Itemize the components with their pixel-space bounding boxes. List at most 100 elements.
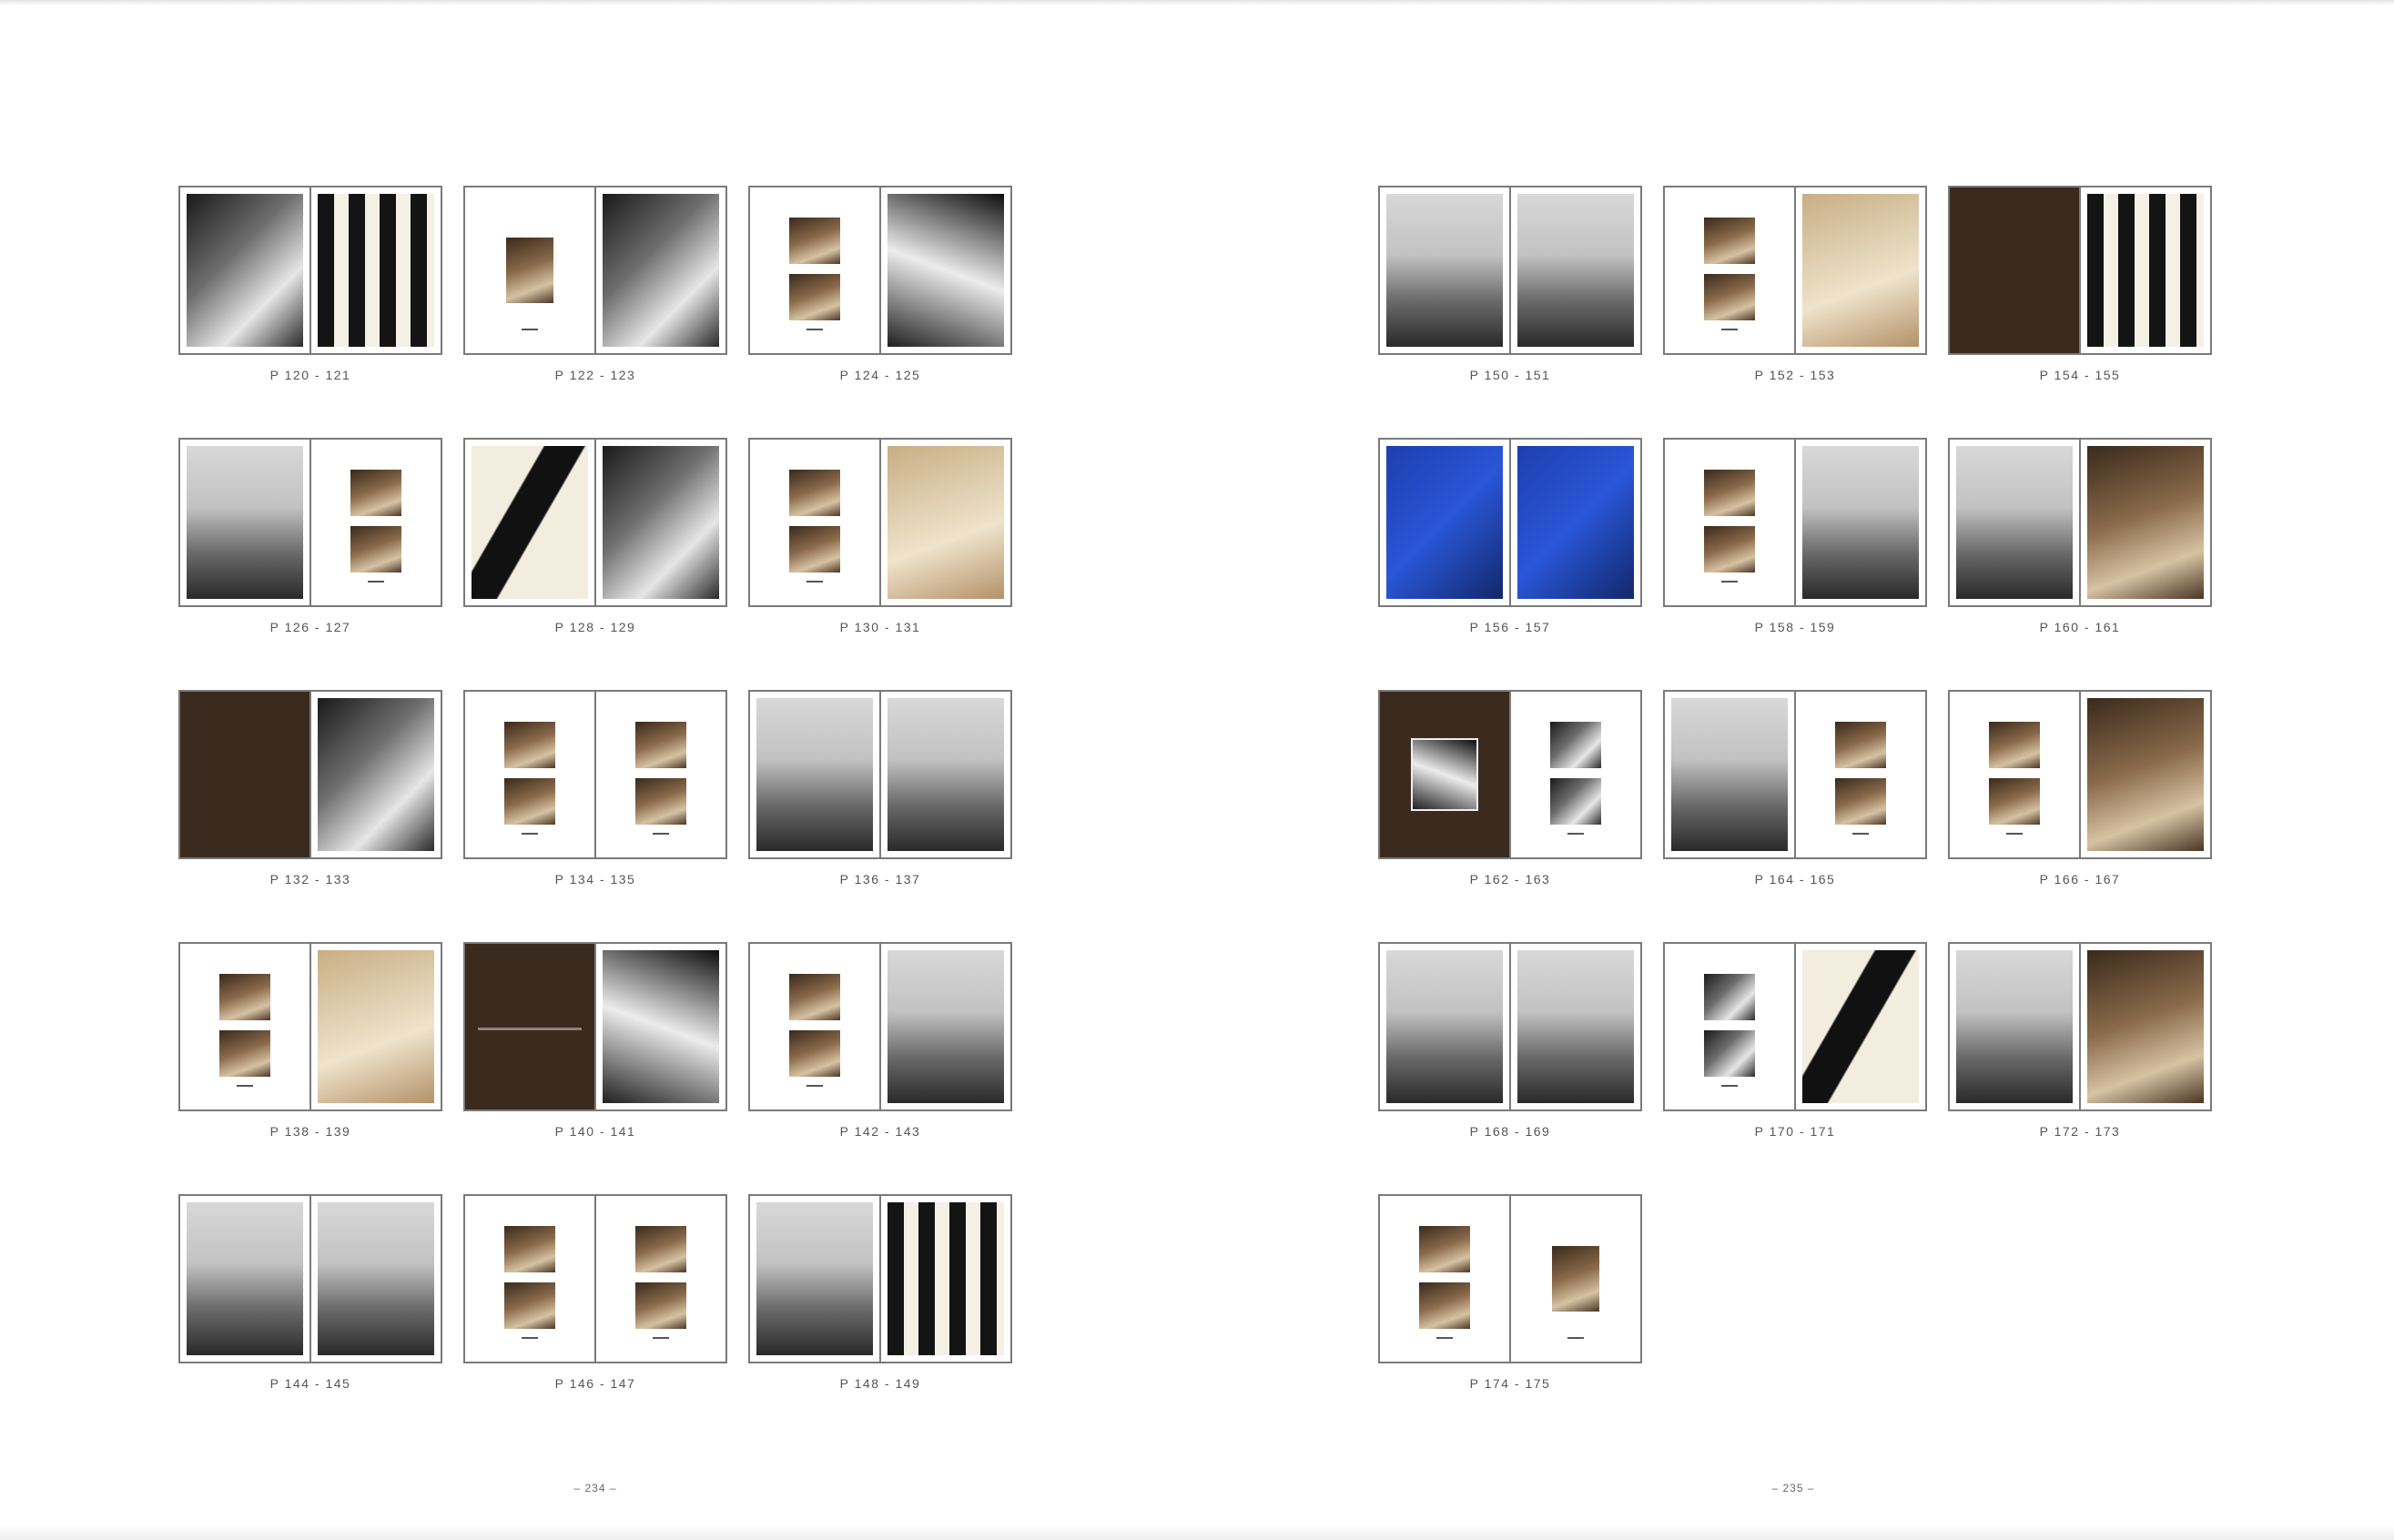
full-bleed-photo: [603, 194, 719, 347]
stacked-photo: [1703, 973, 1756, 1020]
spread-thumbnail[interactable]: P 126 - 127: [178, 438, 442, 690]
spread-page-label: P 142 - 143: [839, 1124, 921, 1139]
spread-thumbnail[interactable]: P 168 - 169: [1378, 942, 1642, 1194]
left-page-spread-grid: P 120 - 121 P 122 - 123 P 124 - 125 P 126 -…: [178, 186, 1012, 1446]
spread-thumbnail[interactable]: P 154 - 155: [1948, 186, 2212, 438]
spread-page-label: P 140 - 141: [554, 1124, 636, 1139]
spread-preview: [178, 942, 442, 1111]
page-number-left: – 234 –: [573, 1482, 617, 1494]
stacked-photo: [1988, 777, 2041, 825]
spread-thumbnail[interactable]: P 160 - 161: [1948, 438, 2212, 690]
spread-thumbnail[interactable]: P 140 - 141: [463, 942, 727, 1194]
spread-thumbnail[interactable]: P 144 - 145: [178, 1194, 442, 1446]
spread-thumbnail[interactable]: P 136 - 137: [748, 690, 1012, 942]
spread-page-label: P 164 - 165: [1754, 872, 1836, 887]
stacked-photo: [218, 1029, 271, 1077]
full-bleed-photo: [888, 1202, 1004, 1355]
spread-thumbnail[interactable]: P 174 - 175: [1378, 1194, 1642, 1446]
spread-thumbnail[interactable]: P 148 - 149: [748, 1194, 1012, 1446]
stacked-photo: [788, 525, 841, 572]
full-bleed-photo: [1956, 950, 2073, 1103]
spread-thumbnail[interactable]: P 150 - 151: [1378, 186, 1642, 438]
full-bleed-photo: [1956, 446, 2073, 599]
stacked-photo: [350, 469, 402, 516]
spread-thumbnail[interactable]: P 120 - 121: [178, 186, 442, 438]
spread-thumbnail[interactable]: P 162 - 163: [1378, 690, 1642, 942]
spread-thumbnail[interactable]: P 138 - 139: [178, 942, 442, 1194]
spread-preview: [1948, 690, 2212, 859]
stacked-photo: [634, 1225, 687, 1272]
page-number-right: – 235 –: [1771, 1482, 1815, 1494]
spread-preview: [463, 690, 727, 859]
stacked-photo: [788, 469, 841, 516]
spread-page-label: P 168 - 169: [1469, 1124, 1551, 1139]
spread-preview: [748, 1194, 1012, 1363]
caption-mark: [1852, 832, 1869, 835]
spread-preview: [1948, 942, 2212, 1111]
stacked-photo: [1418, 1282, 1471, 1329]
spread-thumbnail[interactable]: P 156 - 157: [1378, 438, 1642, 690]
spread-page-label: P 128 - 129: [554, 620, 636, 634]
spread-preview: [1378, 942, 1642, 1111]
full-bleed-photo: [888, 194, 1004, 347]
centered-photo: [1552, 1245, 1599, 1312]
spread-page-label: P 174 - 175: [1469, 1376, 1551, 1391]
spread-preview: [1663, 690, 1927, 859]
full-bleed-photo: [1802, 194, 1919, 347]
spread-thumbnail[interactable]: P 142 - 143: [748, 942, 1012, 1194]
caption-mark: [237, 1084, 253, 1087]
full-bleed-photo: [888, 950, 1004, 1103]
caption-mark: [806, 328, 823, 330]
spread-preview: [1378, 690, 1642, 859]
full-bleed-photo: [318, 194, 434, 347]
spread-thumbnail[interactable]: P 164 - 165: [1663, 690, 1927, 942]
caption-mark: [1721, 328, 1738, 330]
full-bleed-photo: [187, 194, 303, 347]
full-bleed-photo: [1386, 950, 1503, 1103]
framed-photo: [1411, 737, 1478, 812]
spread-thumbnail[interactable]: P 134 - 135: [463, 690, 727, 942]
caption-mark: [806, 580, 823, 583]
spread-thumbnail[interactable]: P 152 - 153: [1663, 186, 1927, 438]
spread-thumbnail[interactable]: P 172 - 173: [1948, 942, 2212, 1194]
top-shadow: [0, 0, 2394, 5]
spread-thumbnail[interactable]: P 146 - 147: [463, 1194, 727, 1446]
stacked-photo: [788, 973, 841, 1020]
spread-preview: [1663, 186, 1927, 355]
stacked-photo: [634, 777, 687, 825]
spread-thumbnail[interactable]: P 124 - 125: [748, 186, 1012, 438]
spread-thumbnail[interactable]: P 166 - 167: [1948, 690, 2212, 942]
spread-page-label: P 134 - 135: [554, 872, 636, 887]
spread-thumbnail[interactable]: P 128 - 129: [463, 438, 727, 690]
spread-page-label: P 170 - 171: [1754, 1124, 1836, 1139]
spread-preview: [1378, 186, 1642, 355]
spread-thumbnail[interactable]: P 132 - 133: [178, 690, 442, 942]
spread-preview: [463, 438, 727, 607]
spread-page-label: P 166 - 167: [2039, 872, 2121, 887]
caption-mark: [1567, 1336, 1584, 1339]
spread-page-label: P 138 - 139: [269, 1124, 351, 1139]
dark-page: [180, 692, 311, 857]
full-bleed-photo: [1802, 446, 1919, 599]
spread-thumbnail[interactable]: P 170 - 171: [1663, 942, 1927, 1194]
caption-mark: [1721, 580, 1738, 583]
caption-mark: [1567, 832, 1584, 835]
caption-mark: [522, 832, 538, 835]
spread-page-label: P 152 - 153: [1754, 368, 1836, 382]
spread-preview: [178, 690, 442, 859]
spread-thumbnail[interactable]: P 130 - 131: [748, 438, 1012, 690]
spread-preview: [463, 1194, 727, 1363]
spread-thumbnail[interactable]: P 122 - 123: [463, 186, 727, 438]
spread-page-label: P 146 - 147: [554, 1376, 636, 1391]
spread-page-label: P 144 - 145: [269, 1376, 351, 1391]
spread-preview: [1378, 438, 1642, 607]
spread-thumbnail[interactable]: P 158 - 159: [1663, 438, 1927, 690]
spread-page-label: P 148 - 149: [839, 1376, 921, 1391]
spread-preview: [1378, 1194, 1642, 1363]
full-bleed-photo: [1671, 698, 1788, 851]
full-bleed-photo: [888, 698, 1004, 851]
spread-preview: [1948, 186, 2212, 355]
spread-page-label: P 158 - 159: [1754, 620, 1836, 634]
full-bleed-photo: [187, 446, 303, 599]
spread-preview: [748, 186, 1012, 355]
